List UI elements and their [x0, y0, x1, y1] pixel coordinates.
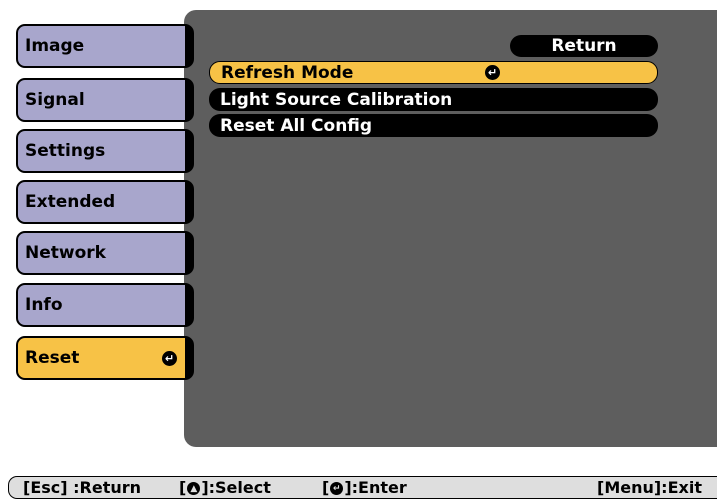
- updown-arrows-icon: ▲: [187, 482, 201, 495]
- sidebar-item-label: Signal: [25, 90, 85, 110]
- menu-item-label: Refresh Mode: [221, 62, 354, 83]
- sidebar-item-image[interactable]: Image: [16, 24, 194, 68]
- sidebar-item-label: Settings: [25, 141, 106, 161]
- sidebar-item-label: Extended: [25, 192, 116, 212]
- select-hint: [▲]:Select: [179, 478, 271, 497]
- menu-item-light-source-calibration[interactable]: Light Source Calibration: [209, 88, 658, 111]
- return-button[interactable]: Return: [510, 35, 658, 57]
- menu-item-label: Reset All Config: [220, 115, 373, 136]
- sidebar-item-info[interactable]: Info: [16, 283, 194, 327]
- help-bar: [Esc] :Return [▲]:Select [↵]:Enter [Menu…: [8, 476, 717, 499]
- sidebar-item-settings[interactable]: Settings: [16, 129, 194, 173]
- sidebar-item-signal[interactable]: Signal: [16, 78, 194, 122]
- enter-icon: ↵: [162, 350, 177, 366]
- menu-hint: [Menu]:Exit: [597, 478, 702, 497]
- enter-icon: ↵: [485, 65, 500, 80]
- sidebar-item-label: Image: [25, 36, 85, 56]
- sidebar-item-label: Network: [25, 243, 106, 263]
- sidebar-item-label: Reset: [25, 348, 80, 368]
- sidebar-item-network[interactable]: Network: [16, 231, 194, 275]
- sidebar-item-label: Info: [25, 295, 63, 315]
- esc-hint: [Esc] :Return: [23, 478, 142, 497]
- menu-item-refresh-mode[interactable]: Refresh Mode ↵: [209, 61, 658, 84]
- enter-icon: ↵: [330, 482, 344, 495]
- menu-item-label: Light Source Calibration: [220, 89, 453, 110]
- sidebar-item-reset[interactable]: Reset ↵: [16, 336, 194, 380]
- enter-hint: [↵]:Enter: [322, 478, 407, 497]
- menu-item-reset-all-config[interactable]: Reset All Config: [209, 114, 658, 137]
- sidebar-item-extended[interactable]: Extended: [16, 180, 194, 224]
